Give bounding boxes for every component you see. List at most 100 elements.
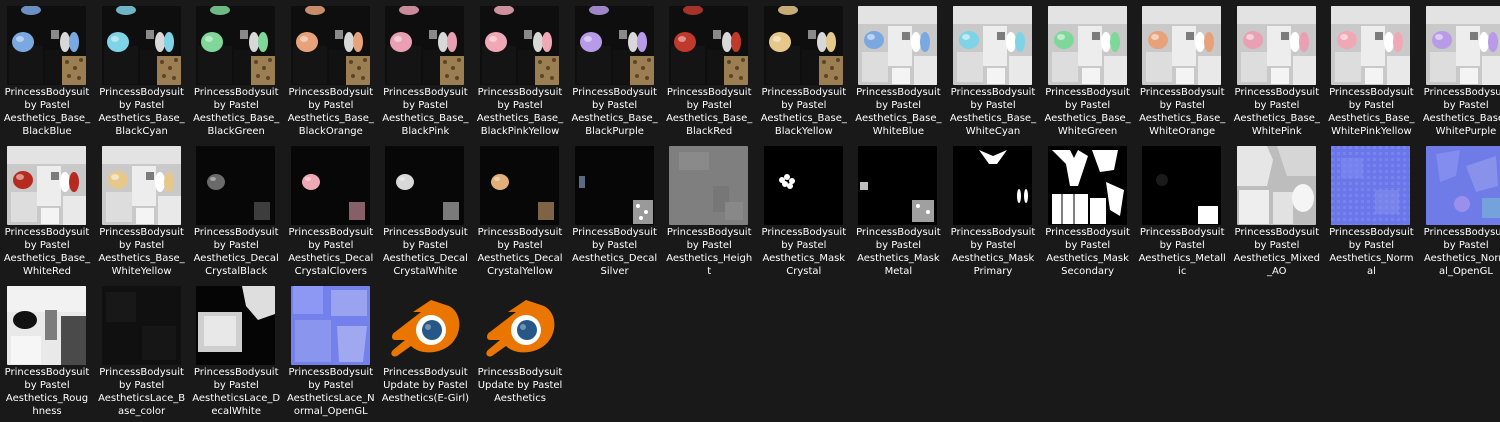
image-file-item[interactable]: PrincessBodysuit by Pastel Aesthetics_Ba… — [95, 142, 189, 282]
file-name-label: PrincessBodysuit Update by Pastel Aesthe… — [477, 367, 563, 404]
texture-thumbnail — [858, 6, 938, 85]
texture-thumbnail — [385, 6, 465, 85]
image-file-item[interactable]: PrincessBodysuit by Pastel Aesthetics_Ba… — [1324, 2, 1418, 142]
image-file-item[interactable]: PrincessBodysuit by Pastel Aesthetics_Ba… — [473, 2, 567, 142]
blend-file-item[interactable]: PrincessBodysuit Update by Pastel Aesthe… — [378, 282, 472, 422]
file-name-label: PrincessBodysuit by Pastel AestheticsLac… — [192, 367, 281, 417]
file-name-label: PrincessBodysuit Update by Pastel Aesthe… — [381, 367, 470, 404]
texture-thumbnail — [385, 146, 465, 225]
file-name-label: PrincessBodysuit by Pastel Aesthetics_Ro… — [4, 367, 90, 417]
texture-thumbnail — [1331, 6, 1411, 85]
file-name-label: PrincessBodysuit by Pastel Aesthetics_Ba… — [666, 87, 753, 137]
file-name-label: PrincessBodysuit by Pastel Aesthetics_Ba… — [98, 87, 185, 137]
texture-thumbnail — [196, 286, 276, 365]
texture-thumbnail — [953, 146, 1032, 225]
image-file-item[interactable]: PrincessBodysuit by Pastel Aesthetics_He… — [662, 142, 756, 282]
file-name-label: PrincessBodysuit by Pastel Aesthetics_Ba… — [571, 87, 658, 137]
image-file-item[interactable]: PrincessBodysuit by Pastel Aesthetics_Ro… — [0, 282, 94, 422]
image-file-item[interactable]: PrincessBodysuit by Pastel Aesthetics_Ba… — [757, 2, 851, 142]
file-name-label: PrincessBodysuit by Pastel Aesthetics_Ba… — [949, 87, 1037, 137]
image-file-item[interactable]: PrincessBodysuit by Pastel Aesthetics_De… — [378, 142, 472, 282]
file-name-label: PrincessBodysuit by Pastel Aesthetics_Ba… — [382, 87, 469, 137]
file-name-label: PrincessBodysuit by Pastel Aesthetics_He… — [666, 227, 753, 277]
file-name-label: PrincessBodysuit by Pastel Aesthetics_Ba… — [3, 227, 91, 277]
file-name-label: PrincessBodysuit by Pastel Aesthetics_Ba… — [193, 87, 280, 137]
image-file-item[interactable]: PrincessBodysuit by Pastel AestheticsLac… — [284, 282, 378, 422]
image-file-item[interactable]: PrincessBodysuit by Pastel Aesthetics_Ba… — [1041, 2, 1135, 142]
image-file-item[interactable]: PrincessBodysuit by Pastel Aesthetics_Ba… — [851, 2, 945, 142]
image-file-item[interactable]: PrincessBodysuit by Pastel Aesthetics_No… — [1324, 142, 1418, 282]
image-file-item[interactable]: PrincessBodysuit by Pastel Aesthetics_Ma… — [946, 142, 1040, 282]
file-name-label: PrincessBodysuit by Pastel Aesthetics_Ba… — [98, 227, 185, 277]
image-file-item[interactable]: PrincessBodysuit by Pastel Aesthetics_Ba… — [189, 2, 283, 142]
texture-thumbnail — [7, 286, 86, 365]
file-grid: PrincessBodysuit by Pastel Aesthetics_Ba… — [0, 0, 1500, 422]
file-name-label: PrincessBodysuit by Pastel Aesthetics_Ba… — [287, 87, 374, 137]
file-name-label: PrincessBodysuit by Pastel Aesthetics_Ba… — [1139, 87, 1226, 137]
image-file-item[interactable]: PrincessBodysuit by Pastel Aesthetics_Mi… — [1230, 142, 1324, 282]
texture-thumbnail — [1142, 6, 1222, 85]
image-file-item[interactable]: PrincessBodysuit by Pastel Aesthetics_No… — [1419, 142, 1500, 282]
file-name-label: PrincessBodysuit by Pastel Aesthetics_Ma… — [761, 227, 847, 277]
file-name-label: PrincessBodysuit by Pastel AestheticsLac… — [98, 367, 186, 417]
image-file-item[interactable]: PrincessBodysuit by Pastel Aesthetics_Ma… — [757, 142, 851, 282]
image-file-item[interactable]: PrincessBodysuit by Pastel Aesthetics_De… — [284, 142, 378, 282]
texture-thumbnail — [480, 146, 559, 225]
texture-thumbnail — [574, 6, 654, 85]
image-file-item[interactable]: PrincessBodysuit by Pastel Aesthetics_Ba… — [1419, 2, 1500, 142]
file-name-label: PrincessBodysuit by Pastel Aesthetics_Ma… — [950, 227, 1036, 277]
file-name-label: PrincessBodysuit by Pastel Aesthetics_De… — [193, 227, 279, 277]
file-name-label: PrincessBodysuit by Pastel Aesthetics_Ba… — [855, 87, 942, 137]
image-file-item[interactable]: PrincessBodysuit by Pastel Aesthetics_Ba… — [568, 2, 662, 142]
texture-thumbnail — [290, 146, 370, 225]
blender-icon — [480, 286, 559, 365]
file-name-label: PrincessBodysuit by Pastel Aesthetics_Ma… — [856, 227, 941, 277]
texture-thumbnail — [101, 6, 181, 85]
texture-thumbnail — [669, 6, 749, 85]
file-name-label: PrincessBodysuit by Pastel Aesthetics_Ma… — [1045, 227, 1130, 277]
file-name-label: PrincessBodysuit by Pastel Aesthetics_Ba… — [476, 87, 564, 137]
texture-thumbnail — [290, 6, 370, 85]
texture-thumbnail — [858, 146, 938, 225]
image-file-item[interactable]: PrincessBodysuit by Pastel Aesthetics_Ba… — [95, 2, 189, 142]
image-file-item[interactable]: PrincessBodysuit by Pastel Aesthetics_Ba… — [378, 2, 472, 142]
file-name-label: PrincessBodysuit by Pastel Aesthetics_De… — [477, 227, 563, 277]
texture-thumbnail — [1426, 6, 1500, 85]
image-file-item[interactable]: PrincessBodysuit by Pastel Aesthetics_Ma… — [851, 142, 945, 282]
image-file-item[interactable]: PrincessBodysuit by Pastel Aesthetics_Ba… — [946, 2, 1040, 142]
texture-thumbnail — [7, 6, 86, 85]
file-name-label: PrincessBodysuit by Pastel Aesthetics_De… — [382, 227, 468, 277]
texture-thumbnail — [196, 6, 276, 85]
image-file-item[interactable]: PrincessBodysuit by Pastel AestheticsLac… — [189, 282, 283, 422]
texture-thumbnail — [290, 286, 370, 365]
image-file-item[interactable]: PrincessBodysuit by Pastel Aesthetics_Ba… — [662, 2, 756, 142]
texture-thumbnail — [1047, 146, 1127, 225]
image-file-item[interactable]: PrincessBodysuit by Pastel Aesthetics_Ba… — [284, 2, 378, 142]
file-name-label: PrincessBodysuit by Pastel Aesthetics_Mi… — [1233, 227, 1320, 277]
texture-thumbnail — [763, 6, 843, 85]
blend-file-item[interactable]: PrincessBodysuit Update by Pastel Aesthe… — [473, 282, 567, 422]
image-file-item[interactable]: PrincessBodysuit by Pastel Aesthetics_Ba… — [0, 2, 94, 142]
texture-thumbnail — [7, 146, 86, 225]
image-file-item[interactable]: PrincessBodysuit by Pastel Aesthetics_Ba… — [1230, 2, 1324, 142]
image-file-item[interactable]: PrincessBodysuit by Pastel Aesthetics_De… — [473, 142, 567, 282]
texture-thumbnail — [1047, 6, 1127, 85]
image-file-item[interactable]: PrincessBodysuit by Pastel Aesthetics_De… — [189, 142, 283, 282]
texture-thumbnail — [763, 146, 843, 225]
file-name-label: PrincessBodysuit by Pastel Aesthetics_Ba… — [1328, 87, 1415, 137]
texture-thumbnail — [953, 6, 1032, 85]
texture-thumbnail — [1236, 6, 1316, 85]
image-file-item[interactable]: PrincessBodysuit by Pastel Aesthetics_Ba… — [0, 142, 94, 282]
texture-thumbnail — [480, 6, 559, 85]
image-file-item[interactable]: PrincessBodysuit by Pastel Aesthetics_Ba… — [1135, 2, 1229, 142]
image-file-item[interactable]: PrincessBodysuit by Pastel Aesthetics_Ma… — [1041, 142, 1135, 282]
file-name-label: PrincessBodysuit by Pastel Aesthetics_De… — [572, 227, 658, 277]
image-file-item[interactable]: PrincessBodysuit by Pastel AestheticsLac… — [95, 282, 189, 422]
texture-thumbnail — [1331, 146, 1411, 225]
texture-thumbnail — [669, 146, 749, 225]
image-file-item[interactable]: PrincessBodysuit by Pastel Aesthetics_De… — [568, 142, 662, 282]
image-file-item[interactable]: PrincessBodysuit by Pastel Aesthetics_Me… — [1135, 142, 1229, 282]
texture-thumbnail — [574, 146, 654, 225]
texture-thumbnail — [196, 146, 276, 225]
file-name-label: PrincessBodysuit by Pastel Aesthetics_No… — [1423, 227, 1500, 277]
